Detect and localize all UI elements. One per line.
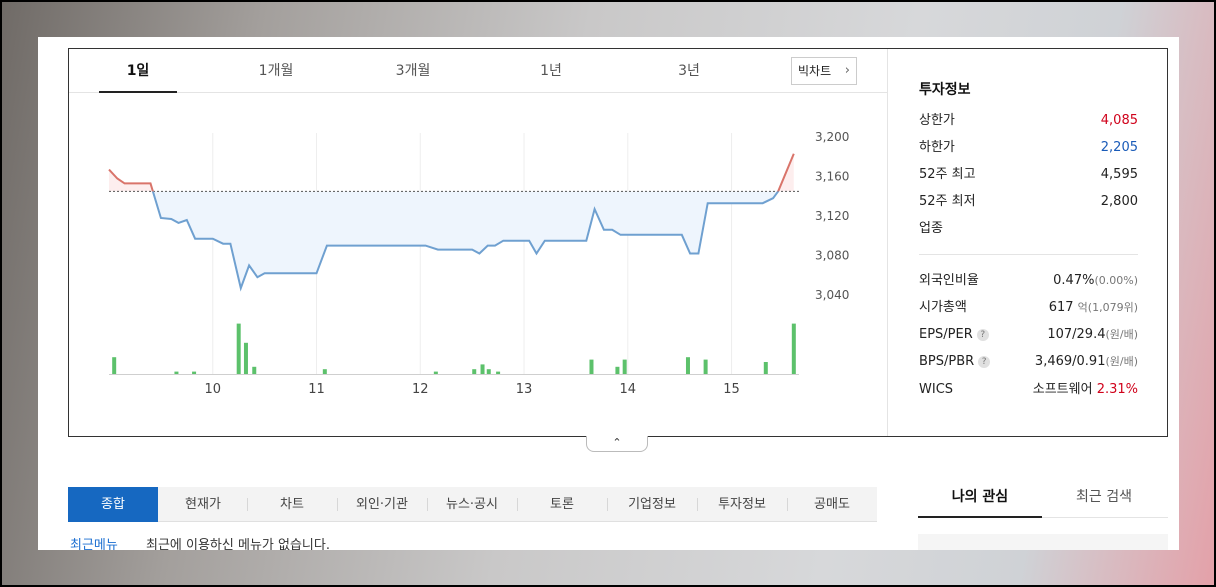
y-tick-label: 3,080 [815, 249, 849, 263]
volume-bar [791, 323, 796, 374]
x-tick-label: 14 [620, 382, 637, 397]
tab-current-price[interactable]: 현재가 [158, 487, 248, 522]
tab-3month[interactable]: 3개월 [374, 49, 452, 93]
52w-high-row: 52주 최고 4,595 [919, 167, 1138, 182]
volume-bar [252, 366, 257, 374]
tab-foreign-institution[interactable]: 외인·기관 [337, 487, 427, 522]
tab-chart[interactable]: 차트 [247, 487, 337, 522]
recent-menu-empty-text: 최근에 이용하신 메뉴가 없습니다. [146, 538, 330, 550]
52w-low-row: 52주 최저 2,800 [919, 194, 1138, 209]
volume-bar [763, 362, 768, 374]
y-tick-label: 3,120 [815, 209, 849, 223]
tab-recent-search[interactable]: 최근 검색 [1042, 482, 1166, 518]
tab-3year[interactable]: 3년 [650, 49, 728, 93]
lower-limit-value: 2,205 [1100, 140, 1138, 155]
volume-bar [322, 369, 327, 374]
tab-news[interactable]: 뉴스·공시 [427, 487, 517, 522]
tab-1month[interactable]: 1개월 [237, 49, 315, 93]
eps-per-row: EPS/PER? 107/29.4(원/배) [919, 327, 1138, 342]
volume-bar [433, 371, 438, 374]
help-icon[interactable]: ? [978, 356, 991, 368]
tab-overview[interactable]: 종합 [68, 487, 158, 522]
upper-limit-row: 상한가 4,085 [919, 111, 1138, 131]
y-tick-label: 3,200 [815, 130, 849, 144]
invest-info-title: 투자정보 [919, 82, 971, 98]
tab-discussion[interactable]: 토론 [517, 487, 607, 522]
tab-my-interest[interactable]: 나의 관심 [918, 482, 1042, 518]
volume-bar [486, 369, 491, 374]
tab-1day[interactable]: 1일 [99, 49, 177, 93]
collapse-chart-button[interactable]: ⌃ [586, 436, 648, 452]
volume-bar [472, 369, 477, 374]
volume-bar [703, 359, 708, 374]
stock-menu-tabs: 종합 현재가 차트 외인·기관 뉴스·공시 토론 기업정보 투자정보 공매도 [68, 487, 877, 522]
volume-bar [174, 371, 179, 374]
volume-bar [192, 371, 197, 374]
market-cap-row: 시가총액 617 억(1,079위) [919, 300, 1138, 315]
wics-row: WICS 소프트웨어 2.31% [919, 382, 1138, 397]
x-tick-label: 13 [516, 382, 533, 397]
volume-bar [589, 359, 594, 374]
volume-bar [496, 371, 501, 374]
volume-bar [112, 357, 117, 374]
tab-1year[interactable]: 1년 [512, 49, 590, 93]
y-tick-label: 3,160 [815, 170, 849, 184]
upper-limit-value: 4,085 [1100, 113, 1138, 128]
help-icon[interactable]: ? [976, 329, 989, 341]
invest-info-panel: 투자정보 상한가 4,085 하한가 2,205 52주 최고 4,595 52… [887, 49, 1167, 436]
big-chart-label: 빅차트 [798, 64, 832, 78]
x-tick-label: 10 [204, 382, 221, 397]
chevron-up-icon: ⌃ [612, 436, 622, 449]
volume-bar [685, 357, 690, 374]
volume-bar [615, 366, 620, 374]
price-area-below [109, 191, 794, 289]
x-tick-label: 11 [308, 382, 325, 397]
foreign-ratio-row: 외국인비율 0.47%(0.00%) [919, 273, 1138, 288]
x-tick-label: 15 [723, 382, 740, 397]
y-tick-label: 3,040 [815, 288, 849, 302]
industry-row: 업종 [919, 221, 943, 236]
info-divider [919, 254, 1138, 255]
recent-menu-label: 최근메뉴 [70, 538, 118, 550]
chevron-right-icon: › [844, 63, 850, 78]
volume-bar [622, 359, 627, 374]
stock-page: 1일 1개월 3개월 1년 3년 빅차트 › 3,200 3,160 3,120 3,… [38, 37, 1179, 550]
tab-company-info[interactable]: 기업정보 [607, 487, 697, 522]
volume-bar [480, 364, 485, 374]
tab-invest-info[interactable]: 투자정보 [697, 487, 787, 522]
intraday-chart: 3,200 3,160 3,120 3,080 3,040 10 11 12 13 14 15 [108, 130, 849, 397]
tab-short-selling[interactable]: 공매도 [787, 487, 877, 522]
lower-limit-row: 하한가 2,205 [919, 138, 1138, 158]
big-chart-button[interactable]: 빅차트 › [791, 57, 857, 85]
recent-menu-row: 최근메뉴 최근에 이용하신 메뉴가 없습니다. [68, 537, 877, 550]
wics-industry-link[interactable]: 소프트웨어 [1033, 382, 1093, 397]
bps-pbr-row: BPS/PBR? 3,469/0.91(원/배) [919, 354, 1138, 369]
chart-box: 1일 1개월 3개월 1년 3년 빅차트 › 3,200 3,160 3,120 3,… [68, 48, 1168, 437]
side-tabs: 나의 관심 최근 검색 [918, 482, 1168, 518]
period-tabs: 1일 1개월 3개월 1년 3년 빅차트 › [69, 49, 887, 93]
x-tick-label: 12 [412, 382, 429, 397]
volume-bar [236, 323, 241, 374]
volume-bar [243, 342, 248, 374]
side-content-box [918, 534, 1168, 550]
